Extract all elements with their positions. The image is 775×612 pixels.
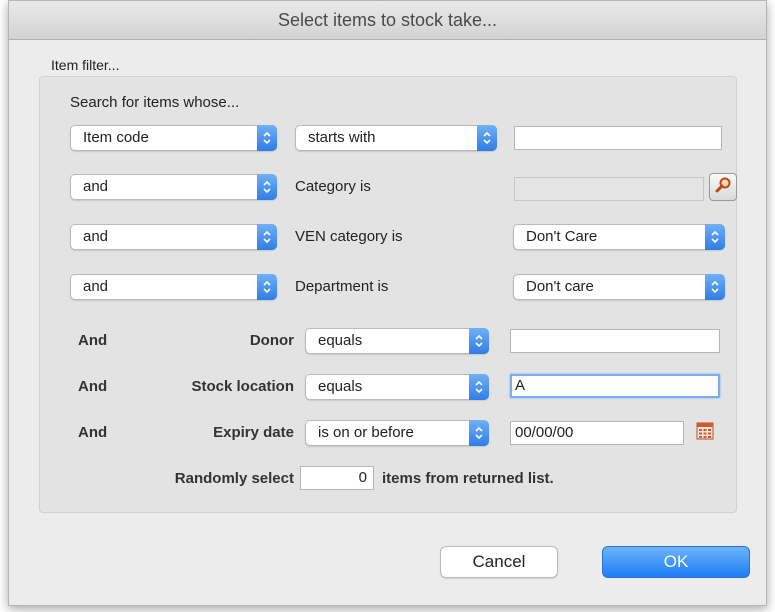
ven-category-value: Don't Care bbox=[526, 228, 598, 245]
chevron-updown-icon bbox=[469, 374, 489, 400]
chevron-updown-icon bbox=[705, 274, 725, 300]
department-conj-select[interactable]: and bbox=[70, 274, 277, 300]
chevron-updown-icon bbox=[257, 174, 277, 200]
department-value: Don't care bbox=[526, 278, 594, 295]
expiry-date-input[interactable]: 00/00/00 bbox=[510, 421, 684, 445]
chevron-updown-icon bbox=[257, 125, 277, 151]
department-conj-value: and bbox=[83, 278, 109, 295]
calendar-icon bbox=[696, 422, 714, 444]
chevron-updown-icon bbox=[257, 274, 277, 300]
category-field bbox=[514, 177, 704, 201]
item-field-value: Item code bbox=[83, 129, 149, 146]
ven-conj-value: and bbox=[83, 228, 109, 245]
donor-input[interactable] bbox=[510, 329, 720, 353]
donor-label: Donor bbox=[249, 332, 294, 349]
location-conj-label: And bbox=[78, 378, 108, 395]
randomly-select-label: Randomly select bbox=[174, 470, 294, 487]
chevron-updown-icon bbox=[469, 420, 489, 446]
chevron-updown-icon bbox=[257, 224, 277, 250]
donor-conj-label: And bbox=[78, 332, 108, 349]
ven-category-select[interactable]: Don't Care bbox=[513, 224, 725, 250]
category-conj-select[interactable]: and bbox=[70, 174, 277, 200]
category-label: Category is bbox=[295, 178, 371, 195]
department-select[interactable]: Don't care bbox=[513, 274, 725, 300]
cancel-button[interactable]: Cancel bbox=[440, 546, 558, 578]
item-filter-group: Search for items whose... Item code star… bbox=[39, 76, 737, 513]
ven-conj-select[interactable]: and bbox=[70, 224, 277, 250]
random-count-input[interactable]: 0 bbox=[300, 466, 374, 490]
expiry-operator-value: is on or before bbox=[318, 424, 414, 441]
location-operator-select[interactable]: equals bbox=[305, 374, 489, 400]
calendar-button[interactable] bbox=[694, 422, 716, 444]
donor-operator-value: equals bbox=[318, 332, 363, 349]
ven-category-label: VEN category is bbox=[295, 228, 403, 245]
expiry-conj-label: And bbox=[78, 424, 108, 441]
filter-heading: Search for items whose... bbox=[70, 94, 240, 111]
item-code-input[interactable] bbox=[514, 126, 722, 150]
random-suffix-label: items from returned list. bbox=[382, 470, 554, 487]
stock-location-label: Stock location bbox=[191, 378, 294, 395]
stock-location-input[interactable]: A bbox=[510, 374, 720, 398]
donor-operator-select[interactable]: equals bbox=[305, 328, 489, 354]
expiry-date-label: Expiry date bbox=[213, 424, 294, 441]
magnifier-icon bbox=[714, 176, 732, 198]
expiry-operator-select[interactable]: is on or before bbox=[305, 420, 489, 446]
ok-button[interactable]: OK bbox=[602, 546, 750, 578]
location-operator-value: equals bbox=[318, 378, 363, 395]
chevron-updown-icon bbox=[705, 224, 725, 250]
chevron-updown-icon bbox=[477, 125, 497, 151]
stock-take-dialog: Select items to stock take... Item filte… bbox=[8, 0, 767, 606]
item-operator-select[interactable]: starts with bbox=[295, 125, 497, 151]
category-search-button[interactable] bbox=[709, 173, 737, 201]
department-label: Department is bbox=[295, 278, 389, 295]
dialog-title: Select items to stock take... bbox=[9, 1, 766, 40]
item-field-select[interactable]: Item code bbox=[70, 125, 277, 151]
category-conj-value: and bbox=[83, 178, 109, 195]
item-operator-value: starts with bbox=[308, 129, 376, 146]
item-filter-legend: Item filter... bbox=[51, 57, 120, 73]
chevron-updown-icon bbox=[469, 328, 489, 354]
